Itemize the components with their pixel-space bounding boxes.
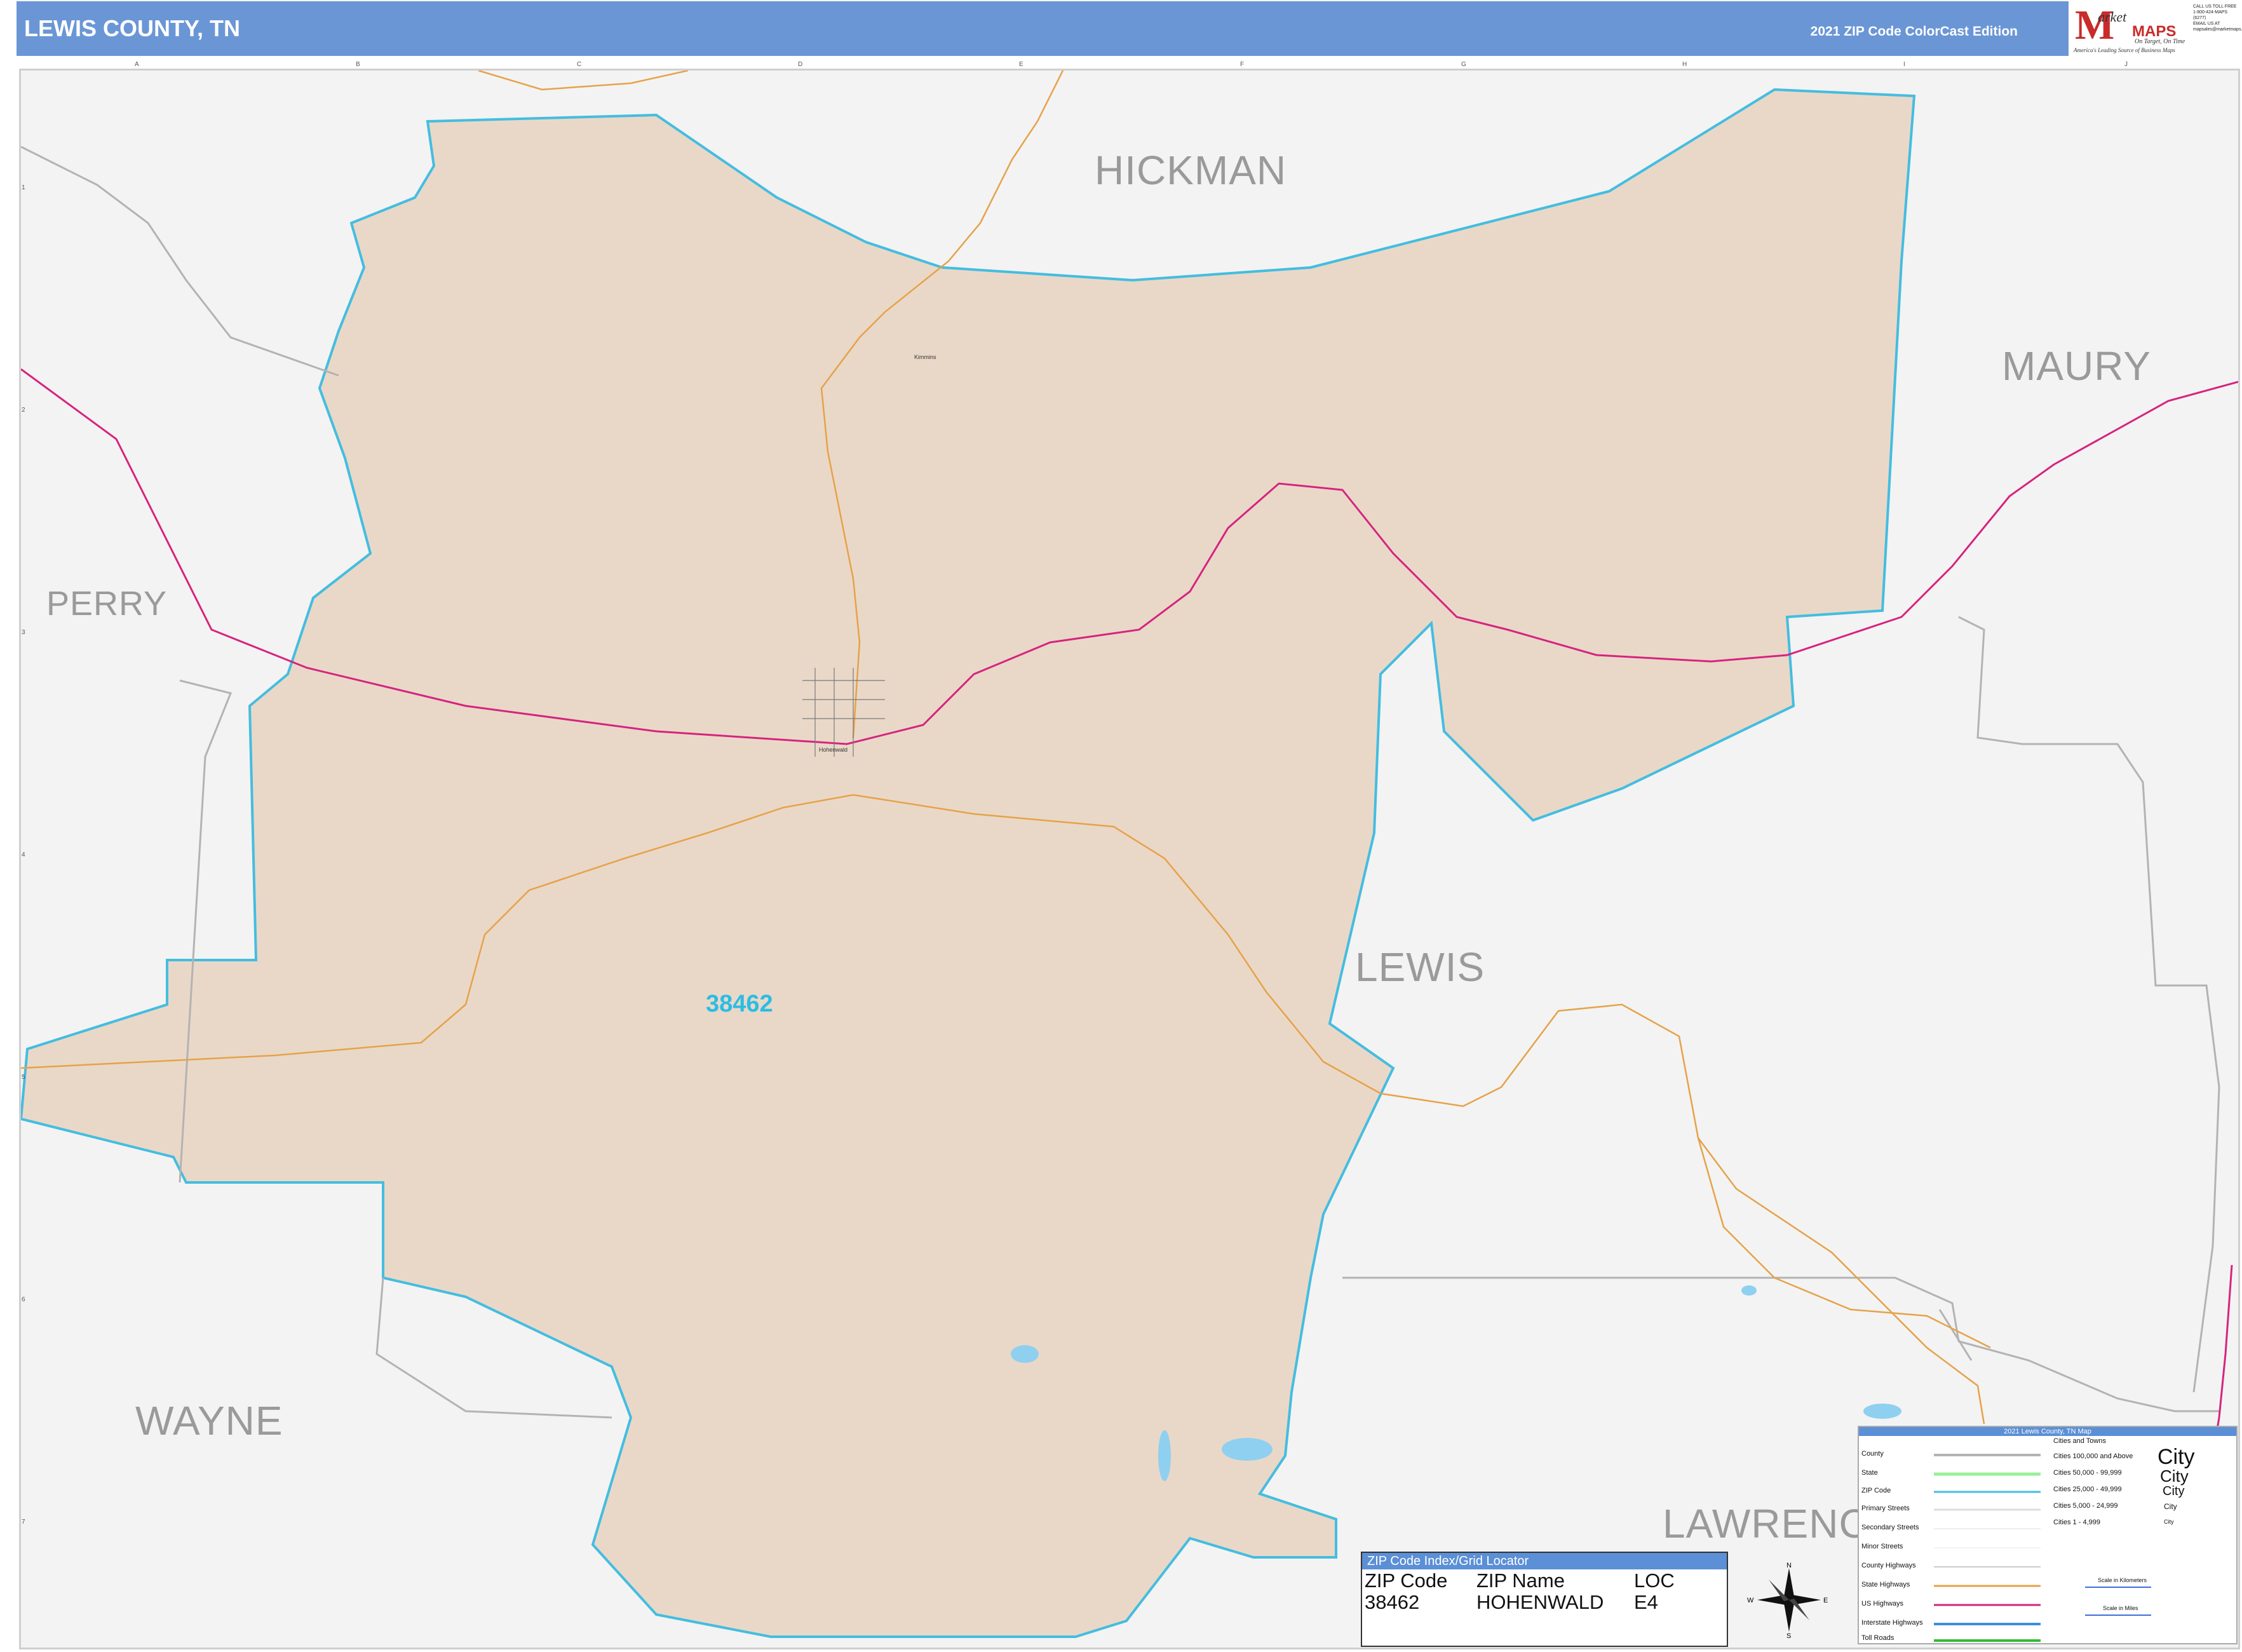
contact-line: CALL US TOLL FREE bbox=[2193, 4, 2237, 9]
table-row[interactable]: 38462 HOHENWALD E4 bbox=[1362, 1591, 1727, 1613]
zip-index-header-loc: LOC bbox=[1634, 1569, 1675, 1592]
lake bbox=[1011, 1345, 1039, 1363]
contact-line: EMAIL US AT bbox=[2193, 22, 2220, 26]
legend-primary: Primary Streets bbox=[1861, 1505, 1910, 1512]
compass-s: S bbox=[1786, 1632, 1791, 1638]
grid-row-label: 7 bbox=[22, 1519, 25, 1526]
legend-interstate: Interstate Highways bbox=[1861, 1619, 1923, 1627]
county-label-maury: MAURY bbox=[2002, 343, 2151, 389]
contact-line: mapsales@marketmaps.com bbox=[2193, 27, 2242, 32]
compass-n: N bbox=[1786, 1562, 1792, 1569]
zip-index-header-code: ZIP Code bbox=[1365, 1569, 1448, 1592]
county-label-wayne: WAYNE bbox=[135, 1398, 283, 1444]
compass-rose-icon: N S E W bbox=[1747, 1562, 1828, 1638]
zip-index-code: 38462 bbox=[1365, 1591, 1420, 1613]
lake bbox=[1741, 1285, 1757, 1296]
edition-label: 2021 ZIP Code ColorCast Edition bbox=[1810, 24, 2018, 39]
map-legend: 2021 Lewis County, TN Map County State Z… bbox=[1858, 1426, 2238, 1644]
legend-secondary: Secondary Streets bbox=[1861, 1524, 1919, 1531]
zip-index-table: ZIP Code Index/Grid Locator ZIP Code ZIP… bbox=[1361, 1552, 1728, 1647]
grid-col-label: H bbox=[1682, 61, 1687, 68]
grid-col-label: D bbox=[798, 61, 803, 68]
county-label-perry: PERRY bbox=[46, 585, 168, 623]
grid-row-label: 5 bbox=[22, 1074, 25, 1081]
legend-state-hwy: State Highways bbox=[1861, 1581, 1910, 1588]
grid-row-label: 4 bbox=[22, 851, 25, 858]
legend-county-hwy: County Highways bbox=[1861, 1562, 1916, 1569]
county-label-lawrence: LAWRENC bbox=[1663, 1501, 1869, 1547]
grid-col-label: B bbox=[356, 61, 360, 68]
compass-e: E bbox=[1823, 1597, 1828, 1604]
zip-index-header-row: ZIP Code ZIP Name LOC bbox=[1362, 1569, 1727, 1592]
county-line bbox=[21, 146, 339, 377]
legend-us-hwy: US Highways bbox=[1861, 1600, 1904, 1608]
grid-col-label: E bbox=[1019, 61, 1023, 68]
legend-scale-km: Scale in Kilometers bbox=[2098, 1577, 2147, 1583]
county-line bbox=[1342, 1276, 2219, 1412]
legend-city-sample-3: City bbox=[2163, 1484, 2185, 1498]
county-label-hickman: HICKMAN bbox=[1095, 147, 1287, 193]
compass-w: W bbox=[1747, 1597, 1754, 1604]
legend-city-sample-4: City bbox=[2164, 1502, 2177, 1511]
grid-col-label: C bbox=[577, 61, 582, 68]
map-svg bbox=[21, 71, 2238, 1638]
place-kimmins: Kimmins bbox=[914, 354, 936, 360]
legend-city-size-2: Cities 50,000 - 99,999 bbox=[2053, 1469, 2122, 1477]
grid-col-label: G bbox=[1461, 61, 1466, 68]
lake bbox=[1222, 1438, 1273, 1461]
logo-tagline-2: America's Leading Source of Business Map… bbox=[2074, 47, 2175, 53]
legend-scale-mi: Scale in Miles bbox=[2103, 1605, 2138, 1611]
place-hohenwald: Hohenwald bbox=[819, 747, 848, 753]
contact-line: 1-800-424-MAPS (6277) bbox=[2193, 10, 2228, 20]
grid-row-label: 6 bbox=[22, 1296, 25, 1303]
zip-label-38462[interactable]: 38462 bbox=[706, 991, 773, 1018]
zip-index-loc: E4 bbox=[1634, 1591, 1658, 1613]
zip-index-name: HOHENWALD bbox=[1476, 1591, 1604, 1613]
map-canvas[interactable]: HICKMAN MAURY PERRY LEWIS WAYNE LAWRENC … bbox=[19, 69, 2240, 1649]
logo-tagline: On Target, On Time bbox=[2135, 38, 2185, 45]
legend-city-size-3: Cities 25,000 - 49,999 bbox=[2053, 1486, 2122, 1493]
county-label-lewis: LEWIS bbox=[1355, 944, 1485, 990]
contact-info: CALL US TOLL FREE 1-800-424-MAPS (6277) … bbox=[2193, 4, 2242, 32]
grid-col-label: A bbox=[135, 61, 139, 68]
logo-market: arket bbox=[2098, 9, 2127, 25]
county-line bbox=[1958, 616, 2220, 1393]
lake bbox=[1863, 1404, 1901, 1419]
state-highway-nw bbox=[478, 71, 689, 91]
state-highway-s bbox=[1698, 1137, 1985, 1425]
legend-toll: Toll Roads bbox=[1861, 1634, 1894, 1642]
grid-col-label: J bbox=[2124, 61, 2128, 68]
zip-area-38462 bbox=[21, 88, 1916, 1638]
legend-zip-code: ZIP Code bbox=[1861, 1487, 1891, 1494]
grid-row-label: 1 bbox=[22, 184, 25, 191]
market-maps-logo: M arket MAPS On Target, On Time America'… bbox=[2071, 1, 2192, 56]
legend-city-size-1: Cities 100,000 and Above bbox=[2053, 1452, 2133, 1460]
legend-city-sample-5: City bbox=[2164, 1519, 2174, 1525]
zip-index-header-name: ZIP Name bbox=[1476, 1569, 1565, 1592]
grid-row-label: 3 bbox=[22, 629, 25, 636]
legend-state: State bbox=[1861, 1469, 1878, 1477]
legend-title: 2021 Lewis County, TN Map bbox=[1859, 1427, 2236, 1436]
legend-minor: Minor Streets bbox=[1861, 1543, 1903, 1550]
header-bar: LEWIS COUNTY, TN 2021 ZIP Code ColorCast… bbox=[17, 1, 2069, 56]
grid-row-label: 2 bbox=[22, 407, 25, 414]
map-title: LEWIS COUNTY, TN bbox=[24, 15, 240, 41]
grid-col-label: F bbox=[1240, 61, 1245, 68]
legend-county: County bbox=[1861, 1450, 1884, 1458]
legend-city-size-5: Cities 1 - 4,999 bbox=[2053, 1519, 2100, 1526]
grid-col-label: I bbox=[1903, 61, 1905, 68]
legend-cities-head: Cities and Towns bbox=[2053, 1437, 2106, 1445]
legend-city-size-4: Cities 5,000 - 24,999 bbox=[2053, 1502, 2118, 1510]
legend-city-sample-2: City bbox=[2160, 1466, 2189, 1486]
zip-index-title: ZIP Code Index/Grid Locator bbox=[1362, 1553, 1727, 1569]
lake bbox=[1158, 1430, 1171, 1481]
